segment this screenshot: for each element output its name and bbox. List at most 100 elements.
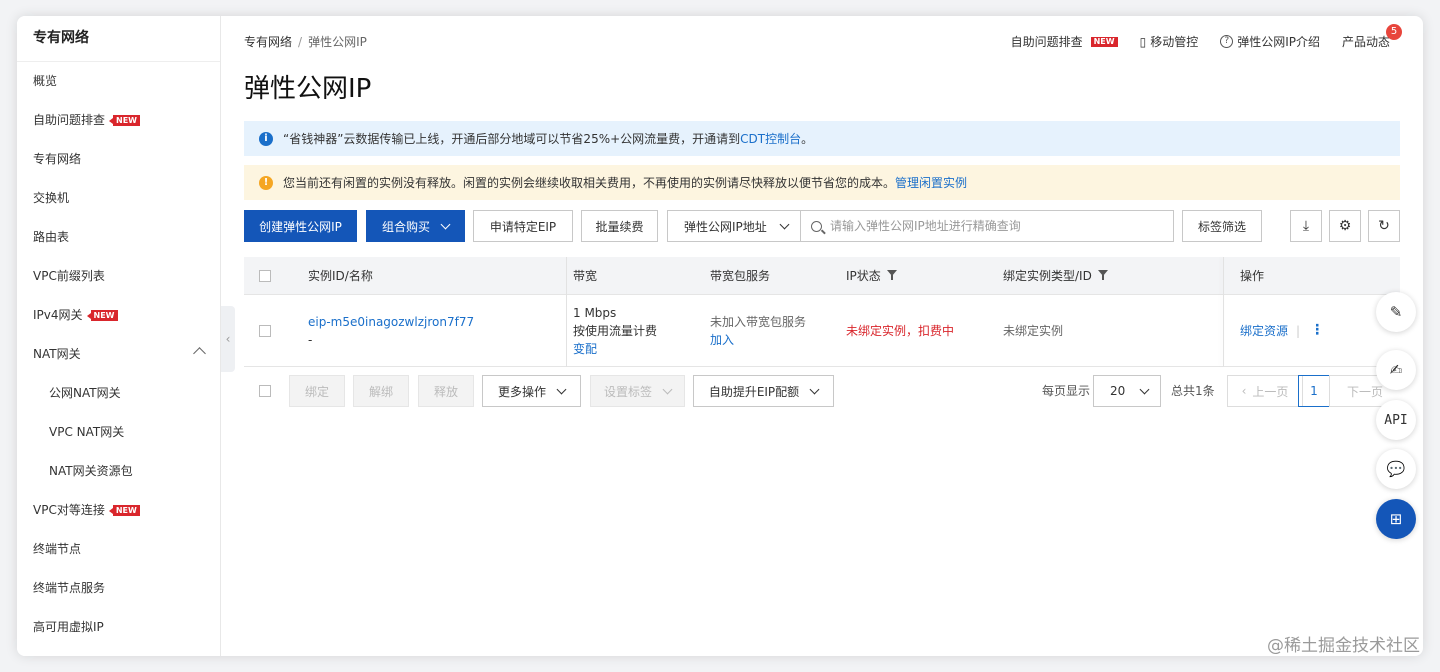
cdt-console-link[interactable]: CDT控制台 bbox=[740, 130, 801, 147]
prev-page-label: 上一页 bbox=[1252, 384, 1289, 399]
sidebar-item-overview[interactable]: 概览 bbox=[17, 62, 220, 101]
sidebar-collapse-handle[interactable]: ‹ bbox=[221, 306, 235, 372]
feedback-icon[interactable]: ✍ bbox=[1376, 350, 1416, 390]
breadcrumb-item-vpc[interactable]: 专有网络 bbox=[244, 35, 292, 49]
bulk-select-checkbox[interactable] bbox=[259, 385, 271, 397]
change-spec-link[interactable]: 变配 bbox=[573, 341, 657, 357]
sidebar-item-label: 终端节点服务 bbox=[33, 581, 106, 595]
apply-eip-button[interactable]: 申请特定EIP bbox=[473, 210, 573, 242]
filter-icon[interactable] bbox=[886, 270, 897, 281]
create-eip-button[interactable]: 创建弹性公网IP bbox=[244, 210, 357, 242]
column-divider bbox=[1223, 257, 1224, 367]
chevron-down-icon bbox=[809, 384, 820, 394]
page-number-1[interactable]: 1 bbox=[1298, 375, 1330, 407]
combo-purchase-label: 组合购买 bbox=[381, 219, 430, 234]
quota-increase-button[interactable]: 自助提升EIP配额 bbox=[693, 375, 834, 407]
sidebar-item-route-table[interactable]: 路由表 bbox=[17, 218, 220, 257]
new-badge: NEW bbox=[86, 310, 118, 321]
info-alert-tail: 。 bbox=[801, 132, 814, 146]
troubleshoot-link[interactable]: 自助问题排查 NEW bbox=[1011, 33, 1118, 50]
mobile-control-link[interactable]: ▯ 移动管控 bbox=[1140, 33, 1199, 50]
new-badge: NEW bbox=[1090, 36, 1118, 47]
apps-grid-icon[interactable]: ⊞ bbox=[1376, 499, 1416, 539]
product-news-link[interactable]: 产品动态 5 bbox=[1342, 24, 1402, 50]
api-label: API bbox=[1384, 412, 1408, 428]
col-header-bind-type: 绑定实例类型/ID bbox=[1003, 257, 1108, 294]
col-header-status: IP状态 bbox=[846, 257, 897, 294]
sidebar-item-havip[interactable]: 高可用虚拟IP bbox=[17, 608, 220, 647]
more-actions-icon[interactable]: ⋮ bbox=[1310, 323, 1324, 337]
sidebar-item-label: 自助问题排查 bbox=[33, 113, 106, 127]
bind-resource-link[interactable]: 绑定资源 bbox=[1240, 322, 1288, 339]
sidebar-item-label: 专有网络 bbox=[33, 152, 82, 166]
bandwidth-value: 1 Mbps bbox=[573, 305, 617, 320]
chevron-down-icon bbox=[662, 384, 673, 394]
per-page-label: 每页显示 bbox=[1042, 384, 1091, 398]
troubleshoot-label: 自助问题排查 bbox=[1010, 35, 1083, 49]
info-icon: i bbox=[259, 131, 273, 146]
join-package-link[interactable]: 加入 bbox=[710, 332, 806, 348]
ops-divider: | bbox=[1296, 323, 1301, 338]
prev-page-button[interactable]: ‹ 上一页 bbox=[1227, 375, 1303, 407]
sidebar-item-public-nat[interactable]: 公网NAT网关 bbox=[17, 374, 220, 413]
download-icon[interactable]: ⤓ bbox=[1290, 210, 1322, 242]
sidebar-item-endpoint[interactable]: 终端节点 bbox=[17, 530, 220, 569]
sidebar-item-vpc-peering[interactable]: VPC对等连接 NEW bbox=[17, 491, 220, 530]
bind-button[interactable]: 绑定 bbox=[289, 375, 345, 407]
more-actions-label: 更多操作 bbox=[497, 384, 546, 399]
api-button[interactable]: API bbox=[1376, 400, 1416, 440]
sidebar-item-ipv4-gateway[interactable]: IPv4网关 NEW bbox=[17, 296, 220, 335]
sidebar-item-troubleshoot[interactable]: 自助问题排查 NEW bbox=[17, 101, 220, 140]
sidebar-item-label: VPC前缀列表 bbox=[33, 269, 105, 283]
sidebar-item-vpc-nat[interactable]: VPC NAT网关 bbox=[17, 413, 220, 452]
gear-icon[interactable]: ⚙ bbox=[1329, 210, 1361, 242]
search-field-select[interactable]: 弹性公网IP地址 bbox=[668, 211, 801, 241]
select-all-checkbox[interactable] bbox=[259, 269, 271, 282]
sidebar-item-label: 概览 bbox=[33, 74, 58, 88]
sidebar-item-label: 高可用虚拟IP bbox=[33, 620, 104, 634]
next-page-label: 下一页 bbox=[1346, 384, 1383, 399]
chevron-left-icon: ‹ bbox=[225, 332, 231, 346]
sidebar-title: 专有网络 bbox=[17, 16, 220, 62]
manage-idle-link[interactable]: 管理闲置实例 bbox=[895, 174, 967, 191]
table-row: eip-m5e0inagozwlzjron7f77 - 1 Mbps 按使用流量计费… bbox=[244, 295, 1400, 367]
sidebar-item-prefix-list[interactable]: VPC前缀列表 bbox=[17, 257, 220, 296]
breadcrumb-item-current: 弹性公网IP bbox=[308, 35, 367, 49]
edit-icon[interactable]: ✎ bbox=[1376, 292, 1416, 332]
sidebar-item-label: 路由表 bbox=[33, 230, 70, 244]
refresh-icon[interactable]: ↻ bbox=[1368, 210, 1400, 242]
main-content: 专有网络 / 弹性公网IP 自助问题排查 NEW ▯ 移动管控 ? 弹性公网IP介绍 产品… bbox=[244, 16, 1402, 656]
more-actions-button[interactable]: 更多操作 bbox=[482, 375, 581, 407]
instance-name: - bbox=[308, 332, 313, 347]
set-tag-button[interactable]: 设置标签 bbox=[590, 375, 685, 407]
combo-purchase-button[interactable]: 组合购买 bbox=[366, 210, 465, 242]
billing-method: 按使用流量计费 bbox=[573, 323, 658, 338]
per-page-select[interactable]: 20 bbox=[1093, 375, 1161, 407]
sidebar-item-nat-gateway[interactable]: NAT网关 bbox=[17, 335, 220, 374]
row-checkbox[interactable] bbox=[259, 324, 271, 337]
sidebar-item-nat-package[interactable]: NAT网关资源包 bbox=[17, 452, 220, 491]
column-divider bbox=[566, 257, 567, 367]
tag-filter-button[interactable]: 标签筛选 bbox=[1182, 210, 1262, 242]
warning-icon: ! bbox=[259, 175, 273, 190]
sidebar-item-vpc[interactable]: 专有网络 bbox=[17, 140, 220, 179]
mobile-control-label: 移动管控 bbox=[1150, 35, 1199, 49]
search-input[interactable] bbox=[830, 219, 1150, 233]
unbind-button[interactable]: 解绑 bbox=[353, 375, 409, 407]
batch-renew-button[interactable]: 批量续费 bbox=[581, 210, 658, 242]
watermark: @稀土掘金技术社区 bbox=[1267, 636, 1420, 656]
package-status: 未加入带宽包服务 bbox=[710, 314, 807, 329]
chevron-up-icon[interactable] bbox=[193, 347, 206, 360]
table-header: 实例ID/名称 带宽 带宽包服务 IP状态 绑定实例类型/ID 操作 bbox=[244, 257, 1400, 295]
col-header-bind-type-label: 绑定实例类型/ID bbox=[1003, 269, 1092, 283]
sidebar-item-vswitch[interactable]: 交换机 bbox=[17, 179, 220, 218]
header-links: 自助问题排查 NEW ▯ 移动管控 ? 弹性公网IP介绍 产品动态 5 bbox=[1011, 24, 1402, 50]
chat-icon[interactable]: 💬 bbox=[1376, 449, 1416, 489]
instance-id-link[interactable]: eip-m5e0inagozwlzjron7f77 bbox=[308, 314, 474, 330]
release-button[interactable]: 释放 bbox=[418, 375, 474, 407]
sidebar-item-endpoint-service[interactable]: 终端节点服务 bbox=[17, 569, 220, 608]
mobile-icon: ▯ bbox=[1139, 34, 1147, 49]
filter-icon[interactable] bbox=[1097, 270, 1108, 281]
eip-intro-link[interactable]: ? 弹性公网IP介绍 bbox=[1220, 33, 1320, 50]
breadcrumb: 专有网络 / 弹性公网IP bbox=[244, 33, 367, 50]
